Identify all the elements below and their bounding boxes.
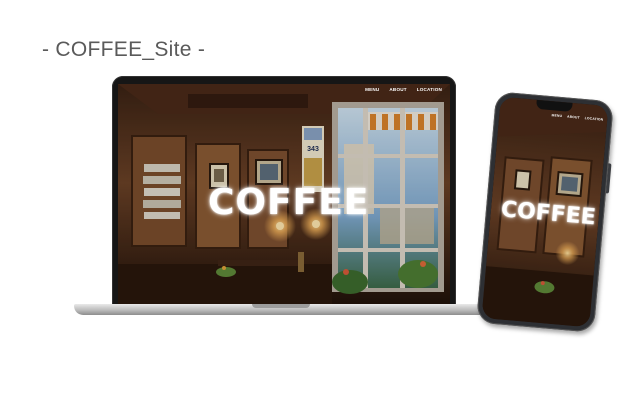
laptop-mockup: 343 MENU ABOUT LOCATION COFFEE: [74, 76, 488, 322]
nav-link-about[interactable]: ABOUT: [389, 87, 406, 92]
laptop-screen: 343 MENU ABOUT LOCATION COFFEE: [118, 84, 450, 304]
laptop-nav: MENU ABOUT LOCATION: [365, 87, 442, 92]
phone-mockup: MENU ABOUT LOCATION COFFEE: [476, 91, 614, 333]
page-title: - COFFEE_Site -: [42, 38, 206, 61]
laptop-hero-title: COFFEE: [208, 182, 370, 223]
phone-nav-link-menu[interactable]: MENU: [551, 113, 562, 118]
laptop-trackpad-notch: [252, 304, 310, 308]
phone-screen: MENU ABOUT LOCATION COFFEE: [481, 96, 609, 328]
nav-link-location[interactable]: LOCATION: [417, 87, 442, 92]
laptop-lid: 343 MENU ABOUT LOCATION COFFEE: [112, 76, 456, 306]
nav-link-menu[interactable]: MENU: [365, 87, 379, 92]
